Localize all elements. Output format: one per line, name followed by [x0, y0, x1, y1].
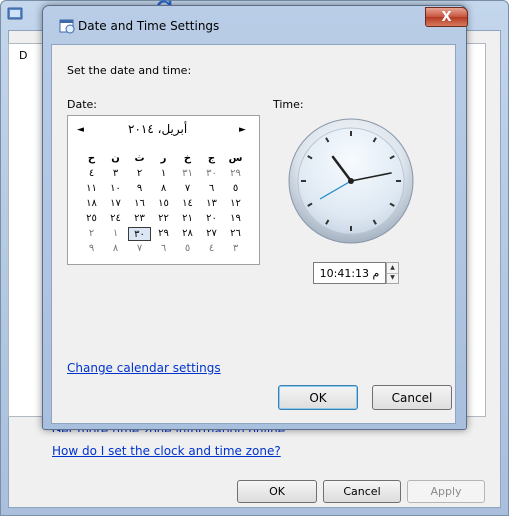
change-calendar-settings-link[interactable]: Change calendar settings [67, 361, 221, 375]
calendar-day[interactable]: ٢٢ [152, 212, 175, 226]
calendar-day[interactable]: ١ [104, 227, 127, 241]
calendar-day[interactable]: ١٥ [152, 197, 175, 211]
calendar-day[interactable]: ٢٤ [104, 212, 127, 226]
weekday-header: ج [207, 153, 216, 164]
prev-month-icon[interactable]: ◄ [77, 125, 84, 135]
calendar-day[interactable]: ١٧ [104, 197, 127, 211]
calendar-day[interactable]: ٧ [128, 242, 151, 256]
tab-label: D [19, 49, 28, 62]
calendar-day[interactable]: ٩ [128, 182, 151, 196]
weekday-header: ر [160, 153, 167, 164]
calendar-day[interactable]: ٣ [224, 242, 247, 256]
calendar-day[interactable]: ٣ [104, 167, 127, 181]
calendar-day[interactable]: ٨ [152, 182, 175, 196]
calendar-day[interactable]: ٢٩ [152, 227, 175, 241]
weekday-header: ح [87, 153, 96, 164]
weekday-header: ن [111, 153, 120, 164]
calendar-day[interactable]: ٢٧ [200, 227, 223, 241]
calendar-day[interactable]: ٢ [80, 227, 103, 241]
calendar-day[interactable]: ١ [152, 167, 175, 181]
dialog-title: Date and Time Settings [78, 19, 220, 33]
calendar-day[interactable]: ٣٠ [200, 167, 223, 181]
calendar-day[interactable]: ٧ [176, 182, 199, 196]
calendar-day[interactable]: ١١ [80, 182, 103, 196]
time-input[interactable]: 10:41:13 م [313, 262, 386, 284]
calendar-grid: س ج خ ر ث ن ح ٢٩ ٣٠ ٣١ ١ ٢ ٣ ٤ ٥ ٦ ٧ ٨ ٩ ١٠ ١١ ١٢ ١٣ ١٤ ١٥ ١٦ ١٧ ١٨… [80, 152, 248, 264]
calendar-day[interactable]: ٥ [224, 182, 247, 196]
calendar-day[interactable]: ٩ [80, 242, 103, 256]
calendar-day[interactable]: ٦ [200, 182, 223, 196]
calendar-day[interactable]: ١٤ [176, 197, 199, 211]
back-ok-button[interactable]: OK [237, 480, 317, 503]
next-month-icon[interactable]: ► [239, 125, 246, 135]
calendar-day[interactable]: ١٨ [80, 197, 103, 211]
ok-button[interactable]: OK [278, 385, 358, 410]
calendar-day[interactable]: ١٩ [224, 212, 247, 226]
spin-down-icon[interactable]: ▼ [387, 273, 398, 283]
weekday-header: س [228, 153, 243, 164]
calendar-day[interactable]: ٤ [200, 242, 223, 256]
calendar-day[interactable]: ٤ [80, 167, 103, 181]
calendar-day[interactable]: ٢٦ [224, 227, 247, 241]
time-spinner[interactable]: ▲ ▼ [386, 262, 399, 284]
help-clock-link[interactable]: How do I set the clock and time zone? [52, 444, 281, 458]
calendar-clock-icon [59, 18, 75, 34]
calendar-day[interactable]: ٦ [152, 242, 175, 256]
weekday-header: ث [134, 153, 145, 164]
calendar-day[interactable]: ٢٨ [176, 227, 199, 241]
calendar-day[interactable]: ١٣ [200, 197, 223, 211]
calendar-day[interactable]: ٢٠ [200, 212, 223, 226]
calendar-day[interactable]: ٢ [128, 167, 151, 181]
analog-clock [287, 117, 415, 245]
calendar-day[interactable]: ١٢ [224, 197, 247, 211]
calendar-day[interactable]: ٨ [104, 242, 127, 256]
back-apply-button: Apply [407, 480, 485, 503]
window-icon [6, 5, 24, 23]
dialog-heading: Set the date and time: [67, 64, 192, 77]
cancel-button[interactable]: Cancel [372, 385, 452, 410]
calendar-day[interactable]: ٥ [176, 242, 199, 256]
close-button[interactable]: X [425, 7, 468, 27]
date-calendar[interactable]: ◄ أبريل، ٢٠١٤ ► س ج خ ر ث ن ح ٢٩ ٣٠ ٣١ ١ ٢ ٣ ٤ ٥ ٦ ٧ ٨ ٩ ١٠… [67, 115, 260, 265]
calendar-day[interactable]: ١٦ [128, 197, 151, 211]
calendar-day[interactable]: ٢٩ [224, 167, 247, 181]
weekday-header: خ [183, 153, 192, 164]
time-label: Time: [273, 98, 304, 111]
calendar-day[interactable]: ١٠ [104, 182, 127, 196]
calendar-day[interactable]: ٢٣ [128, 212, 151, 226]
calendar-day[interactable]: ٢١ [176, 212, 199, 226]
calendar-month-title[interactable]: أبريل، ٢٠١٤ [128, 122, 187, 136]
date-label: Date: [67, 98, 97, 111]
calendar-day[interactable]: ٢٥ [80, 212, 103, 226]
back-cancel-button[interactable]: Cancel [323, 480, 401, 503]
calendar-day[interactable]: ٣٠ [128, 227, 151, 241]
calendar-day[interactable]: ٣١ [176, 167, 199, 181]
